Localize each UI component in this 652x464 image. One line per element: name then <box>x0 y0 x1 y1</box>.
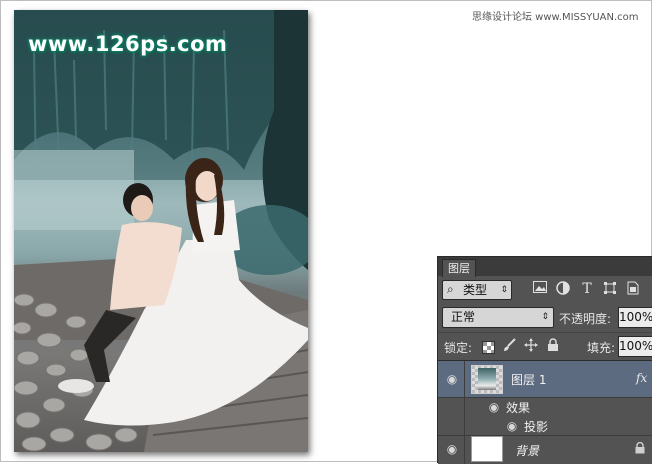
opacity-field[interactable]: 100% <box>618 307 652 328</box>
lock-row: 锁定: 填充: 100% <box>438 332 652 359</box>
panel-tab-bar: 图层 <box>438 257 652 277</box>
watermark: www.126ps.com <box>28 32 228 56</box>
photo-illustration <box>14 10 308 452</box>
eye-icon[interactable]: ◉ <box>444 443 460 455</box>
move-icon[interactable] <box>523 338 539 354</box>
layers-list: ◉ 图层 1 fx ◉ 效果 ◉ 投影 ◉ 背景 <box>438 360 652 464</box>
eye-icon[interactable]: ◉ <box>444 373 460 385</box>
blend-mode-select[interactable]: 正常 ⇕ <box>442 307 554 328</box>
filter-row: ⌕ 类型 ⇕ T <box>438 277 652 305</box>
adjustment-filter-icon[interactable] <box>555 281 571 297</box>
search-icon: ⌕ <box>447 282 454 296</box>
drop-shadow-label: 投影 <box>524 420 549 434</box>
visibility-column: ◉ <box>438 435 465 464</box>
tab-layers[interactable]: 图层 <box>442 259 476 277</box>
lock-transparent-pixels-icon[interactable] <box>482 341 495 354</box>
updown-arrow-icon: ⇕ <box>500 285 508 295</box>
fx-icon[interactable]: fx <box>636 371 647 385</box>
visibility-column <box>438 397 465 416</box>
opacity-label: 不透明度: <box>559 312 612 326</box>
lock-icon[interactable] <box>545 338 561 354</box>
layer-thumbnail <box>471 365 503 394</box>
layers-panel: 图层 ⌕ 类型 ⇕ T 正常 ⇕ 不透明度: 100% 锁定: 填充: 100%… <box>437 256 652 464</box>
site-credit: 思缘设计论坛 www.MISSYUAN.com <box>472 12 639 23</box>
lock-icon <box>635 441 645 457</box>
updown-arrow-icon: ⇕ <box>541 312 549 322</box>
effects-label: 效果 <box>506 401 531 415</box>
eye-icon[interactable]: ◉ <box>486 401 502 413</box>
filter-label: 类型 <box>463 283 488 297</box>
visibility-column: ◉ <box>438 361 465 397</box>
layer-thumbnail <box>471 436 503 462</box>
visibility-column <box>438 416 465 435</box>
drop-shadow-row[interactable]: ◉ 投影 <box>438 416 652 436</box>
layer-name: 背景 <box>515 444 540 458</box>
blend-row: 正常 ⇕ 不透明度: 100% <box>438 305 652 331</box>
eye-icon[interactable]: ◉ <box>504 420 520 432</box>
layer-filter-select[interactable]: ⌕ 类型 ⇕ <box>442 280 512 300</box>
type-filter-icon[interactable]: T <box>579 281 595 297</box>
layer-row-background[interactable]: ◉ 背景 <box>438 435 652 464</box>
shape-filter-icon[interactable] <box>602 281 618 297</box>
layer-row-layer1[interactable]: ◉ 图层 1 fx <box>438 361 652 398</box>
blend-mode-value: 正常 <box>451 310 476 324</box>
fill-field[interactable]: 100% <box>618 336 652 357</box>
image-filter-icon[interactable] <box>532 281 548 297</box>
brush-icon[interactable] <box>501 338 517 354</box>
effects-row[interactable]: ◉ 效果 <box>438 397 652 416</box>
smart-object-filter-icon[interactable] <box>625 281 641 297</box>
lock-label: 锁定: <box>444 341 473 355</box>
wedding-photo: www.126ps.com <box>14 10 308 452</box>
layer-name: 图层 1 <box>511 373 547 387</box>
fill-label: 填充: <box>587 341 616 355</box>
